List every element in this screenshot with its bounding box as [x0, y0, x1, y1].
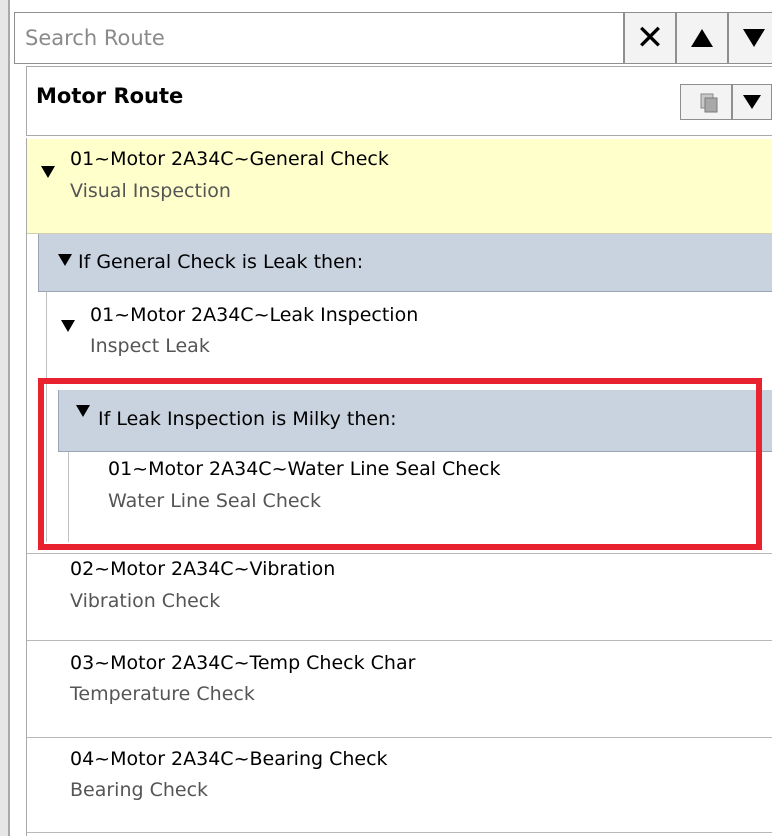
item-subtitle: Temperature Check — [70, 683, 255, 705]
previous-result-button[interactable] — [676, 12, 728, 64]
next-result-button[interactable] — [728, 12, 772, 64]
highlight-box — [38, 378, 762, 550]
item-subtitle: Vibration Check — [70, 590, 221, 612]
item-title[interactable]: 02~Motor 2A34C~Vibration — [70, 558, 335, 580]
item-subtitle: Bearing Check — [70, 779, 209, 801]
item-title: 01~Motor 2A34C~General Check — [70, 148, 389, 170]
copy-icon — [700, 93, 718, 113]
row-separator — [27, 832, 772, 833]
row-separator — [27, 553, 772, 554]
route-title: Motor Route — [36, 84, 184, 108]
arrow-down-icon — [743, 29, 765, 47]
item-subtitle: Visual Inspection — [70, 180, 231, 202]
row-separator — [27, 737, 772, 738]
item-title[interactable]: 01~Motor 2A34C~Leak Inspection — [90, 304, 418, 326]
triangle-down-icon[interactable] — [58, 254, 72, 266]
copy-button[interactable] — [680, 84, 732, 120]
condition-label: If General Check is Leak then: — [78, 251, 364, 273]
dropdown-icon — [743, 95, 761, 109]
item-subtitle: Inspect Leak — [90, 335, 210, 357]
arrow-up-icon — [691, 29, 713, 47]
window-frame — [0, 0, 10, 836]
triangle-down-icon[interactable] — [41, 166, 55, 178]
row-separator — [27, 640, 772, 641]
search-input[interactable] — [14, 12, 624, 64]
item-title[interactable]: 03~Motor 2A34C~Temp Check Char — [70, 652, 415, 674]
clear-search-button[interactable]: ✕ — [624, 12, 676, 64]
route-menu-button[interactable] — [732, 84, 772, 120]
item-title[interactable]: 04~Motor 2A34C~Bearing Check — [70, 748, 388, 770]
triangle-down-icon[interactable] — [61, 320, 75, 332]
close-icon: ✕ — [635, 18, 665, 58]
